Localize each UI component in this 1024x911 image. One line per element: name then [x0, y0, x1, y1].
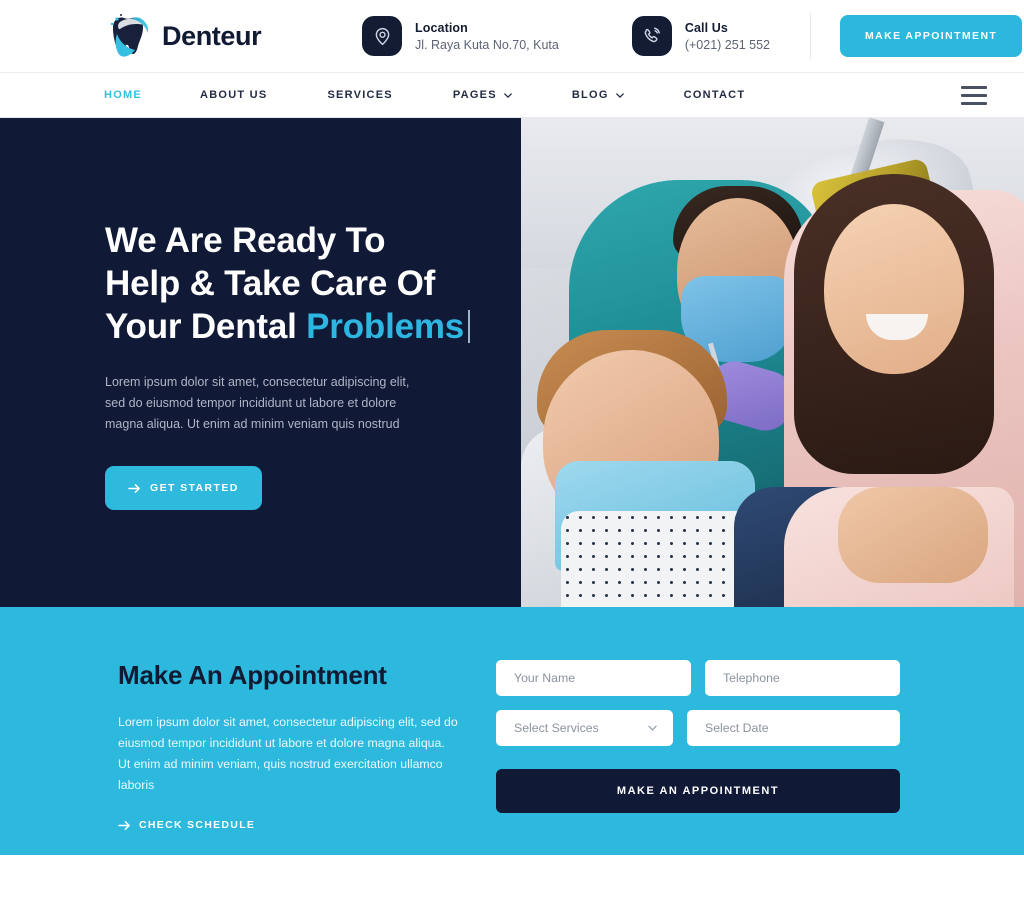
- select-date-input[interactable]: [687, 710, 900, 746]
- burger-line: [961, 101, 987, 105]
- select-services-dropdown[interactable]: Select Services: [496, 710, 673, 746]
- nav-item-about-us[interactable]: ABOUT US: [200, 89, 267, 101]
- get-started-button[interactable]: GET STARTED: [105, 466, 262, 510]
- arrow-right-icon: [128, 483, 140, 493]
- hero-heading-line2: Help & Take Care Of: [105, 264, 436, 303]
- burger-line: [961, 85, 987, 89]
- nav-label: BLOG: [571, 89, 609, 101]
- nav-item-blog[interactable]: BLOG: [572, 89, 624, 101]
- header-location[interactable]: Location Jl. Raya Kuta No.70, Kuta: [362, 16, 559, 56]
- header-call[interactable]: Call Us (+021) 251 552: [631, 16, 770, 56]
- nav-label: ABOUT US: [200, 89, 268, 101]
- phone-ring-icon: [631, 16, 672, 56]
- appointment-form: Select Services MAKE AN APPOINTMENT: [496, 660, 1024, 855]
- appointment-section: Make An Appointment Lorem ipsum dolor si…: [0, 607, 1024, 855]
- nav-list: HOME ABOUT US SERVICES PAGES BLOG CONTAC…: [104, 89, 961, 101]
- brand-name: Denteur: [162, 20, 262, 51]
- nav-label: CONTACT: [683, 89, 746, 101]
- hero-paragraph: Lorem ipsum dolor sit amet, consectetur …: [105, 375, 410, 431]
- check-schedule-link[interactable]: CHECK SCHEDULE: [118, 819, 255, 831]
- hero-heading: We Are Ready To Help & Take Care Of Your…: [105, 219, 521, 348]
- appointment-title: Make An Appointment: [118, 660, 387, 690]
- select-services-value: Select Services: [496, 710, 673, 746]
- page-bottom-space: [0, 855, 1024, 911]
- chevron-down-icon: [504, 92, 512, 98]
- burger-line: [961, 93, 987, 97]
- typing-cursor: [468, 310, 471, 343]
- appointment-intro: Make An Appointment Lorem ipsum dolor si…: [0, 660, 496, 855]
- tooth-logo-icon: [104, 11, 152, 61]
- header-top-bar: Denteur Location Jl. Raya Kuta No.70, Ku…: [0, 0, 1024, 72]
- call-label: Call Us: [684, 20, 728, 35]
- telephone-input[interactable]: [705, 660, 900, 696]
- check-schedule-label: CHECK SCHEDULE: [139, 819, 256, 831]
- submit-appointment-button[interactable]: MAKE AN APPOINTMENT: [496, 769, 900, 813]
- brand-logo[interactable]: Denteur: [104, 11, 362, 61]
- hero-image: [521, 118, 1024, 607]
- call-value: (+021) 251 552: [684, 37, 770, 52]
- hero-section: We Are Ready To Help & Take Care Of Your…: [0, 118, 1024, 607]
- hero-heading-line3: Your Dental: [105, 307, 307, 346]
- nav-item-contact[interactable]: CONTACT: [684, 89, 746, 101]
- nav-label: SERVICES: [327, 89, 393, 101]
- location-value: Jl. Raya Kuta No.70, Kuta: [415, 37, 559, 52]
- nav-item-services[interactable]: SERVICES: [327, 89, 392, 101]
- location-label: Location: [415, 20, 468, 35]
- hero-heading-accent: Problems: [306, 307, 465, 346]
- make-appointment-button[interactable]: MAKE APPOINTMENT: [839, 15, 1023, 57]
- page-root: Denteur Location Jl. Raya Kuta No.70, Ku…: [0, 0, 1024, 911]
- get-started-label: GET STARTED: [150, 482, 239, 494]
- name-input[interactable]: [496, 660, 691, 696]
- arrow-right-icon: [118, 820, 130, 830]
- hero-content: We Are Ready To Help & Take Care Of Your…: [0, 118, 521, 607]
- hamburger-menu-icon[interactable]: [961, 85, 987, 105]
- nav-item-pages[interactable]: PAGES: [453, 89, 512, 101]
- header-divider: [809, 13, 811, 59]
- form-row-2: Select Services: [496, 710, 900, 746]
- appointment-paragraph: Lorem ipsum dolor sit amet, consectetur …: [118, 715, 458, 792]
- chevron-down-icon: [615, 92, 624, 98]
- nav-label: HOME: [104, 89, 142, 101]
- hero-heading-line1: We Are Ready To: [105, 221, 386, 260]
- nav-item-home[interactable]: HOME: [104, 89, 142, 101]
- form-row-1: [496, 660, 900, 696]
- map-pin-icon: [362, 16, 402, 56]
- nav-label: PAGES: [452, 89, 497, 101]
- main-navigation: HOME ABOUT US SERVICES PAGES BLOG CONTAC…: [0, 72, 1024, 118]
